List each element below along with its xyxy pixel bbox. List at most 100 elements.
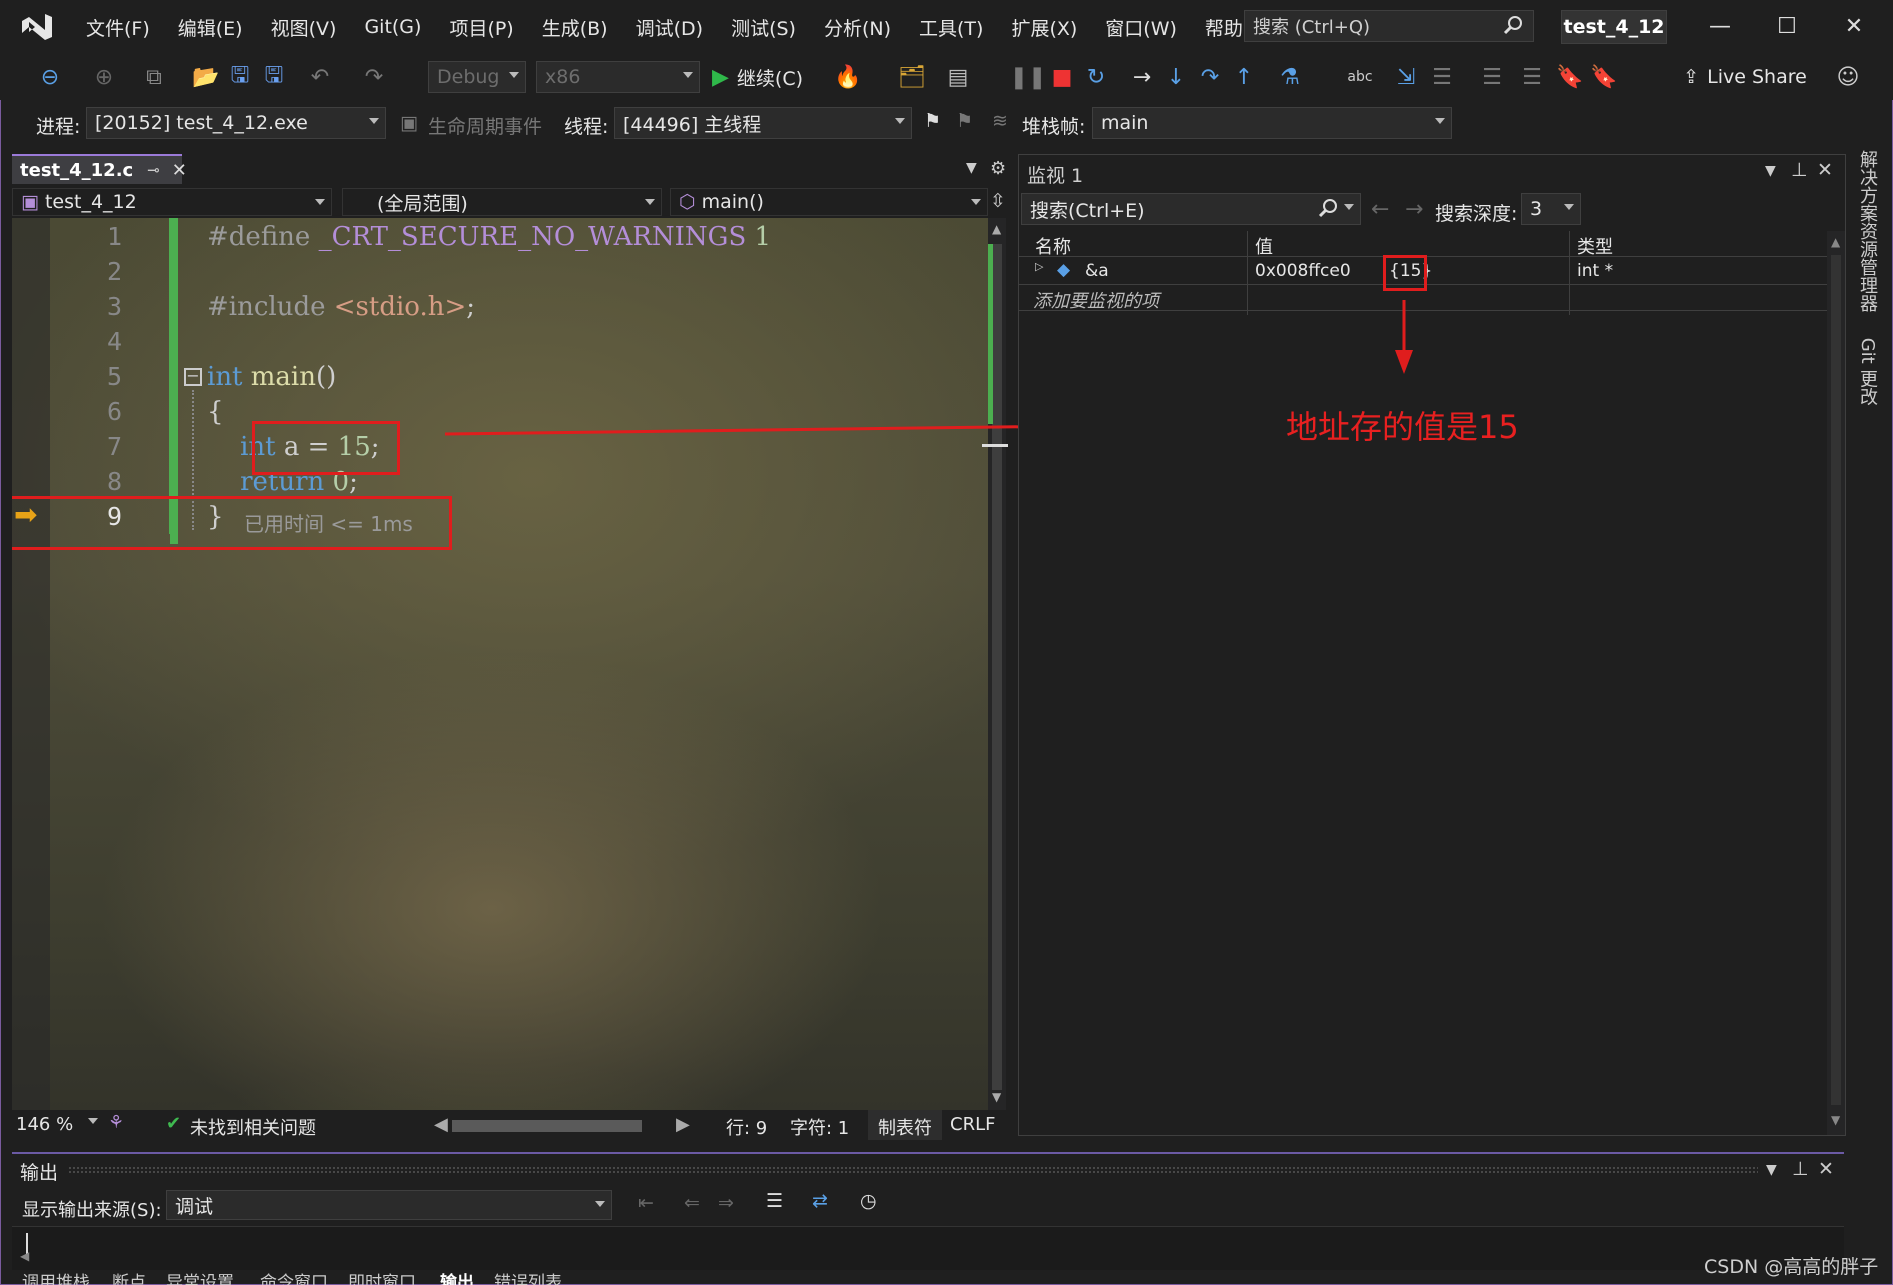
add-watch-item[interactable]: 添加要监视的项	[1033, 287, 1159, 313]
scroll-left-icon[interactable]: ◀	[434, 1114, 448, 1135]
column-header-value[interactable]: 值	[1255, 233, 1273, 259]
close-panel-icon[interactable]: ✕	[1817, 159, 1833, 181]
tab-list-icon[interactable]: ▼	[966, 160, 977, 176]
close-panel-icon[interactable]: ✕	[1818, 1158, 1834, 1180]
pin-icon[interactable]: ⊥	[1792, 1158, 1809, 1180]
menu-test[interactable]: 测试(S)	[717, 14, 810, 41]
nav-scope-select[interactable]: (全局范围)	[342, 188, 662, 216]
bottom-tab-output[interactable]: 输出	[440, 1268, 474, 1285]
bottom-tab-breakpoints[interactable]: 断点	[112, 1268, 146, 1285]
menu-file[interactable]: 文件(F)	[72, 14, 164, 41]
step-into-icon[interactable]: ↓	[1162, 54, 1190, 100]
prev-message-icon[interactable]: ⇐	[684, 1192, 700, 1214]
live-share-button[interactable]: ⇪ Live Share	[1680, 54, 1810, 100]
pin-icon[interactable]: ⊸	[147, 161, 160, 179]
expand-arrow-icon[interactable]: ▷	[1035, 260, 1043, 273]
search-back-icon[interactable]: ←	[1371, 197, 1389, 222]
menu-debug[interactable]: 调试(D)	[622, 14, 717, 41]
flag-icon[interactable]: ⚑	[924, 110, 941, 132]
process-select[interactable]: [20152] test_4_12.exe	[86, 107, 386, 139]
show-next-statement-icon[interactable]: →	[1128, 54, 1156, 100]
minimize-icon[interactable]: —	[1690, 8, 1750, 44]
align-icon[interactable]: ☰	[1428, 54, 1456, 100]
watch-row-value-address[interactable]: 0x008ffce0	[1255, 261, 1351, 281]
nav-function-select[interactable]: ⬡ main()	[670, 188, 988, 216]
scroll-right-icon[interactable]: ▶	[676, 1114, 690, 1135]
thread-select[interactable]: [44496] 主线程	[614, 107, 912, 139]
menu-tools[interactable]: 工具(T)	[905, 14, 997, 41]
chevron-down-icon[interactable]	[88, 1118, 98, 1124]
hot-reload-icon[interactable]: 🔥	[834, 54, 862, 100]
scroll-down-icon[interactable]: ▼	[1831, 1113, 1840, 1127]
close-tab-icon[interactable]: ✕	[172, 160, 187, 181]
line-ending[interactable]: CRLF	[950, 1114, 995, 1135]
menu-edit[interactable]: 编辑(E)	[164, 14, 257, 41]
side-tab-git-changes[interactable]: Git 更改	[1857, 338, 1878, 406]
breakpoint-gutter[interactable]	[12, 218, 50, 1110]
lifecycle-icon[interactable]: ▣	[400, 112, 418, 134]
stack-frame-select[interactable]: main	[1092, 107, 1452, 139]
bookmark-icon[interactable]: 🔖	[1556, 54, 1584, 100]
bookmark-prev-icon[interactable]: 🔖	[1590, 54, 1618, 100]
watch-vertical-scrollbar[interactable]: ▲ ▼	[1827, 231, 1845, 1135]
bottom-tab-error-list[interactable]: 错误列表	[494, 1268, 562, 1285]
bottom-tab-immediate-window[interactable]: 即时窗口	[348, 1268, 416, 1285]
open-folder-icon[interactable]: 📂	[192, 54, 220, 100]
project-name-badge[interactable]: test_4_12	[1561, 10, 1667, 44]
folder-icon[interactable]: 🗂	[898, 54, 926, 100]
maximize-icon[interactable]: ☐	[1757, 8, 1817, 44]
split-editor-icon[interactable]: ⇳	[990, 190, 1006, 212]
outdent-icon[interactable]: ☰	[1518, 54, 1546, 100]
menu-git[interactable]: Git(G)	[350, 16, 435, 38]
stop-icon[interactable]: ■	[1050, 54, 1074, 100]
watch-search-input[interactable]: 搜索(Ctrl+E)	[1021, 193, 1361, 225]
bottom-tab-call-stack[interactable]: 调用堆栈	[22, 1268, 90, 1285]
settings-gear-icon[interactable]: ⚙	[990, 158, 1006, 179]
column-header-name[interactable]: 名称	[1035, 233, 1071, 259]
scroll-left-icon[interactable]: ◀	[20, 1249, 29, 1263]
code-editor[interactable]: 1 2 3 4 5 6 7 8 9 ➡ − #define _CRT_SECUR…	[12, 218, 990, 1110]
scroll-down-icon[interactable]: ▼	[992, 1090, 1001, 1104]
editor-vertical-scrollbar[interactable]: ▲ ▼	[982, 218, 1008, 1110]
undo-icon[interactable]: ↶	[306, 54, 334, 100]
bottom-tab-exception-settings[interactable]: 异常设置	[166, 1268, 234, 1285]
menu-project[interactable]: 项目(P)	[435, 14, 527, 41]
global-search-input[interactable]: 搜索 (Ctrl+Q)	[1244, 10, 1534, 42]
search-depth-select[interactable]: 3	[1521, 193, 1581, 225]
indent-mode[interactable]: 制表符	[868, 1110, 942, 1140]
new-project-icon[interactable]: ⧉	[140, 54, 168, 100]
show-threads-icon[interactable]: ≋	[992, 110, 1008, 132]
layout-icon[interactable]: ▤	[944, 54, 972, 100]
word-wrap-icon[interactable]: ⇄	[812, 1190, 828, 1212]
watch-row-name[interactable]: &a	[1085, 261, 1109, 281]
menu-window[interactable]: 窗口(W)	[1091, 14, 1191, 41]
continue-button[interactable]: ▶ 继续(C)	[712, 54, 822, 100]
scrollbar-thumb[interactable]	[1831, 255, 1841, 1105]
flag-all-icon[interactable]: ⚑	[956, 110, 973, 132]
collapse-icon[interactable]: −	[184, 368, 202, 386]
bottom-tab-command-window[interactable]: 命令窗口	[260, 1268, 328, 1285]
next-message-icon[interactable]: ⇒	[718, 1192, 734, 1214]
platform-select[interactable]: x86	[536, 61, 700, 93]
scroll-up-icon[interactable]: ▲	[1831, 235, 1840, 249]
find-message-icon[interactable]: ⇤	[638, 1192, 654, 1214]
cursor-icon[interactable]: ⇲	[1392, 54, 1420, 100]
menu-build[interactable]: 生成(B)	[528, 14, 622, 41]
forward-icon[interactable]: ⊕	[90, 54, 118, 100]
restart-icon[interactable]: ↻	[1082, 54, 1110, 100]
menu-view[interactable]: 视图(V)	[257, 14, 351, 41]
scroll-up-icon[interactable]: ▲	[992, 222, 1001, 236]
panel-grip[interactable]	[68, 1166, 1758, 1174]
side-tab-solution-explorer[interactable]: 解决方案资源管理器	[1857, 150, 1878, 312]
column-header-type[interactable]: 类型	[1577, 233, 1613, 259]
indent-icon[interactable]: ☰	[1478, 54, 1506, 100]
editor-tab-active[interactable]: test_4_12.c ⊸ ✕	[12, 154, 187, 184]
copilot-icon[interactable]: ⚘	[108, 1112, 124, 1133]
panel-menu-icon[interactable]: ▼	[1765, 163, 1776, 179]
pause-icon[interactable]: ❚❚	[1010, 54, 1047, 100]
spellcheck-icon[interactable]: abc	[1346, 54, 1374, 100]
config-select[interactable]: Debug	[428, 61, 526, 93]
search-forward-icon[interactable]: →	[1405, 197, 1423, 222]
output-text-area[interactable]: ◀	[12, 1226, 1844, 1270]
panel-menu-icon[interactable]: ▼	[1766, 1162, 1777, 1178]
